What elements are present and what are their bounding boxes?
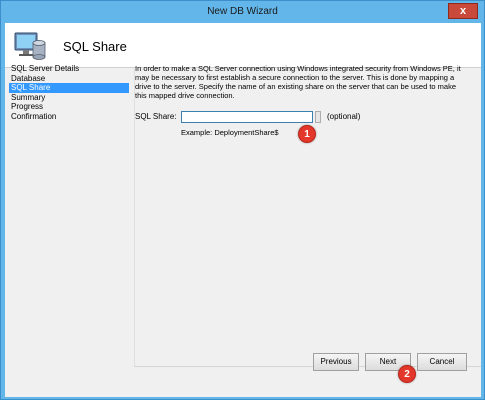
previous-button[interactable]: Previous bbox=[313, 353, 359, 371]
sql-share-browse-button[interactable] bbox=[315, 111, 321, 123]
optional-note: (optional) bbox=[327, 112, 361, 121]
nav-item-sql-share[interactable]: SQL Share bbox=[9, 83, 129, 93]
database-computer-icon bbox=[14, 32, 46, 60]
sql-share-input[interactable] bbox=[181, 111, 313, 123]
cancel-button[interactable]: Cancel bbox=[417, 353, 467, 371]
sql-share-row: SQL Share: (optional) bbox=[135, 111, 475, 123]
window-title: New DB Wizard bbox=[207, 6, 278, 17]
nav-item-confirmation[interactable]: Confirmation bbox=[9, 112, 129, 122]
close-button[interactable]: x bbox=[448, 3, 478, 19]
step-description: In order to make a SQL Server connection… bbox=[135, 64, 461, 100]
step-content: In order to make a SQL Server connection… bbox=[135, 64, 471, 100]
callout-badge-2: 2 bbox=[398, 365, 416, 383]
nav-item-summary[interactable]: Summary bbox=[9, 93, 129, 103]
callout-badge-1: 1 bbox=[298, 125, 316, 143]
share-example: Example: DeploymentShare$ bbox=[181, 128, 279, 137]
sql-share-label: SQL Share: bbox=[135, 112, 177, 121]
wizard-steps-nav: SQL Server Details Database SQL Share Su… bbox=[9, 64, 129, 121]
nav-item-database[interactable]: Database bbox=[9, 74, 129, 84]
nav-item-progress[interactable]: Progress bbox=[9, 102, 129, 112]
page-title: SQL Share bbox=[63, 39, 127, 54]
nav-item-sql-server-details[interactable]: SQL Server Details bbox=[9, 64, 129, 74]
wizard-header: SQL Share bbox=[5, 23, 481, 68]
title-bar[interactable]: New DB Wizard x bbox=[1, 1, 484, 23]
wizard-window: New DB Wizard x SQL Share SQL Server Det… bbox=[0, 0, 485, 400]
